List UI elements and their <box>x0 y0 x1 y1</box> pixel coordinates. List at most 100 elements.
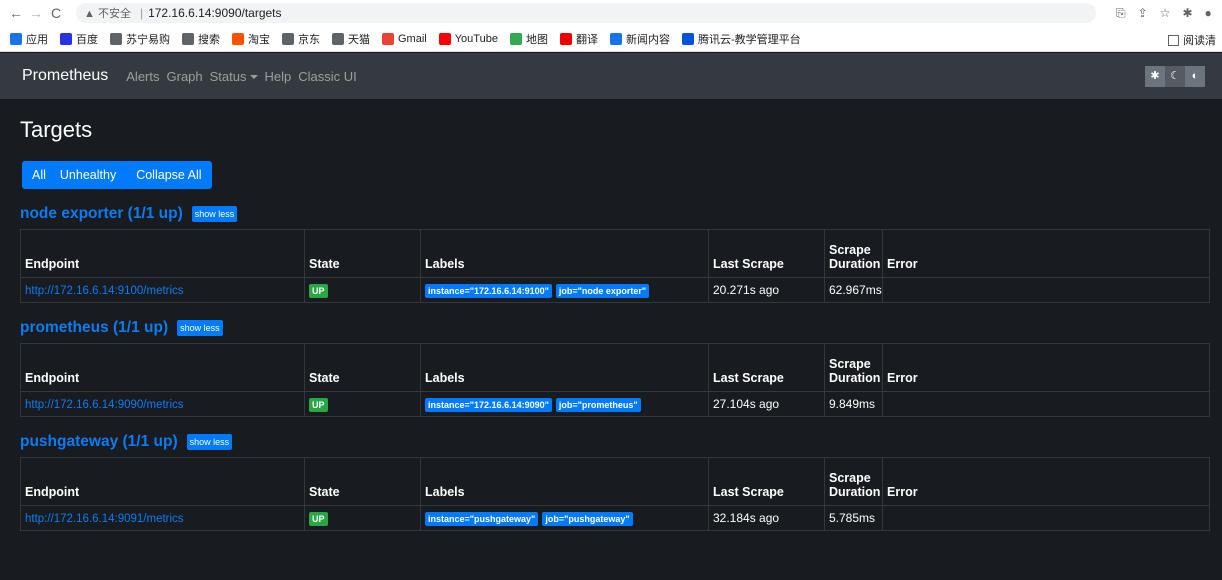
state-badge: UP <box>309 397 328 412</box>
collapse-all-button[interactable]: Collapse All <box>126 161 211 189</box>
bookmark-item[interactable]: YouTube <box>438 32 498 45</box>
reading-list-button[interactable]: 阅读清 <box>1168 32 1216 48</box>
target-pool: node exporter (1/1 up) show less Endpoint S… <box>20 203 1210 303</box>
pool-title[interactable]: pushgateway (1/1 up) <box>20 433 178 451</box>
nav-graph[interactable]: Graph <box>167 69 203 84</box>
endpoint-link[interactable]: http://172.16.6.14:9090/metrics <box>25 399 184 411</box>
pool-title[interactable]: node exporter (1/1 up) <box>20 205 183 223</box>
bookmark-item[interactable]: 地图 <box>509 31 548 47</box>
filter-all-button[interactable]: All <box>22 161 50 189</box>
column-header-labels: Labels <box>420 343 709 392</box>
nav-help[interactable]: Help <box>265 69 292 84</box>
bookmark-item[interactable]: 百度 <box>60 31 98 47</box>
endpoint-link[interactable]: http://172.16.6.14:9100/metrics <box>25 285 184 297</box>
bookmark-item[interactable]: 腾讯云-教学管理平台 <box>681 31 801 47</box>
dark-theme-icon[interactable]: ☾ <box>1165 66 1185 87</box>
nav-classic-ui[interactable]: Classic UI <box>298 69 357 84</box>
bookmark-label: 新闻内容 <box>625 33 670 46</box>
last-scrape-cell: 27.104s ago <box>708 391 825 417</box>
labels-cell: instance="172.16.6.14:9100" job="node exp… <box>420 277 709 303</box>
bookmark-label: 天猫 <box>348 33 370 46</box>
bookmark-item[interactable]: 搜索 <box>182 31 220 47</box>
state-badge: UP <box>309 511 328 526</box>
bookmark-item[interactable]: 京东 <box>282 31 320 47</box>
show-less-button[interactable]: show less <box>191 206 238 222</box>
column-header-labels: Labels <box>420 457 709 506</box>
bookmark-item[interactable]: 新闻内容 <box>609 31 670 47</box>
label-badge: job="pushgateway" <box>542 511 633 526</box>
bookmark-label: Gmail <box>398 32 427 45</box>
column-header-state: State <box>304 343 421 392</box>
table-header-row: Endpoint State Labels Last Scrape Scrape Dur… <box>20 457 1210 506</box>
endpoint-cell: http://172.16.6.14:9091/metrics <box>20 505 305 531</box>
url-text[interactable]: 172.16.6.14:9090/targets <box>148 6 281 20</box>
auto-theme-icon[interactable]: ◐ <box>1185 66 1205 87</box>
error-cell <box>882 391 1210 417</box>
state-badge: UP <box>309 283 328 298</box>
bookmark-item[interactable]: 翻译 <box>559 31 598 47</box>
reading-list-label: 阅读清 <box>1183 35 1216 47</box>
bookmark-star-icon[interactable]: ☆ <box>1160 6 1171 21</box>
reload-button[interactable]: C <box>46 5 66 21</box>
translate-icon[interactable]: ⎘ <box>1116 6 1126 21</box>
bookmark-item[interactable]: Gmail <box>382 32 427 45</box>
forward-button[interactable]: → <box>26 5 46 21</box>
targets-table: Endpoint State Labels Last Scrape Scrape Dur… <box>20 343 1210 417</box>
last-scrape-cell: 20.271s ago <box>708 277 825 303</box>
share-icon[interactable]: ⇪ <box>1138 6 1148 21</box>
bookmark-favicon-icon <box>10 32 22 45</box>
table-header-row: Endpoint State Labels Last Scrape Scrape Dur… <box>20 229 1210 278</box>
main-content: Targets All Unhealthy Collapse All node … <box>0 99 1222 580</box>
labels-cell: instance="pushgateway" job="pushgateway" <box>420 505 709 531</box>
brand-link[interactable]: Prometheus <box>22 67 108 85</box>
column-header-error: Error <box>882 229 1210 278</box>
endpoint-cell: http://172.16.6.14:9090/metrics <box>20 391 305 417</box>
bookmark-label: 淘宝 <box>248 33 270 46</box>
bookmark-favicon-icon <box>559 32 572 45</box>
column-header-error: Error <box>882 343 1210 392</box>
pool-title[interactable]: prometheus (1/1 up) <box>20 319 168 337</box>
endpoint-link[interactable]: http://172.16.6.14:9091/metrics <box>25 513 184 525</box>
bookmark-item[interactable]: 苏宁易购 <box>110 31 170 47</box>
address-separator: | <box>139 6 144 20</box>
nav-status-label: Status <box>209 68 247 84</box>
bookmark-item[interactable]: 淘宝 <box>232 31 270 47</box>
extensions-icon[interactable]: ✱ <box>1182 6 1192 21</box>
bookmark-label: 翻译 <box>575 33 598 46</box>
bookmark-favicon-icon <box>509 32 522 45</box>
scrape-duration-cell: 9.849ms <box>824 391 883 417</box>
back-button[interactable]: ← <box>6 5 26 21</box>
profile-icon[interactable]: ● <box>1205 6 1212 21</box>
bookmark-favicon-icon <box>60 32 72 45</box>
endpoint-cell: http://172.16.6.14:9100/metrics <box>20 277 305 303</box>
filter-unhealthy-button[interactable]: Unhealthy <box>50 161 126 189</box>
column-header-last-scrape: Last Scrape <box>708 229 825 278</box>
show-less-button[interactable]: show less <box>177 320 223 336</box>
bookmark-favicon-icon <box>609 32 622 45</box>
state-cell: UP <box>304 505 421 531</box>
bookmark-favicon-icon <box>681 32 694 45</box>
label-badge: job="prometheus" <box>555 397 641 412</box>
theme-toggle-group: ✱ ☾ ◐ <box>1145 66 1205 87</box>
nav-status-dropdown[interactable]: Status <box>210 69 258 84</box>
light-theme-icon[interactable]: ✱ <box>1145 66 1165 87</box>
table-row: http://172.16.6.14:9100/metrics UP instanc… <box>20 277 1210 303</box>
bookmark-item[interactable]: 天猫 <box>332 31 370 47</box>
column-header-scrape-duration: Scrape Duration <box>824 343 883 392</box>
label-badge: instance="172.16.6.14:9090" <box>425 397 552 412</box>
bookmark-favicon-icon <box>182 32 194 45</box>
bookmark-item[interactable]: 应用 <box>10 31 48 47</box>
bookmark-label: 应用 <box>26 33 48 46</box>
label-badge: instance="172.16.6.14:9100" <box>425 283 552 298</box>
address-bar[interactable]: ▲ 不安全 | 172.16.6.14:9090/targets <box>76 3 1096 23</box>
bookmark-label: 苏宁易购 <box>126 33 170 46</box>
security-warning[interactable]: ▲ 不安全 <box>84 5 131 21</box>
error-cell <box>882 277 1210 303</box>
column-header-error: Error <box>882 457 1210 506</box>
bookmark-favicon-icon <box>110 32 122 45</box>
show-less-button[interactable]: show less <box>186 434 233 450</box>
nav-alerts[interactable]: Alerts <box>126 69 159 84</box>
state-cell: UP <box>304 277 421 303</box>
column-header-labels: Labels <box>420 229 709 278</box>
table-row: http://172.16.6.14:9091/metrics UP instanc… <box>20 505 1210 531</box>
